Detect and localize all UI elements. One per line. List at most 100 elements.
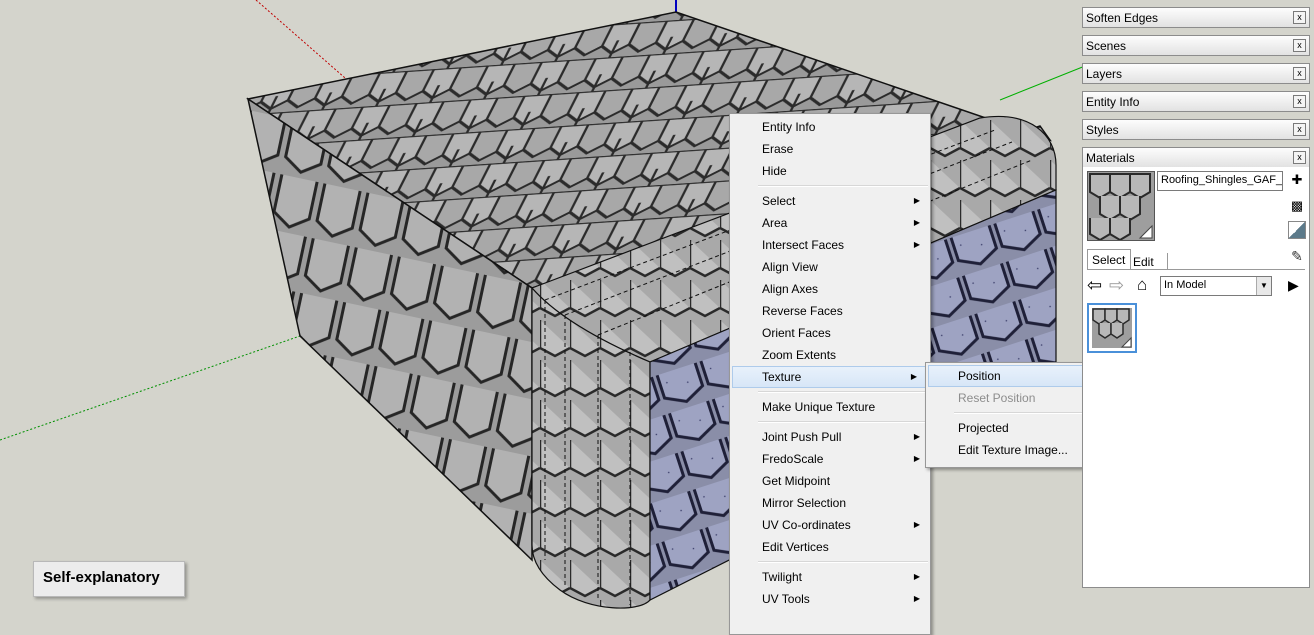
submenu-arrow-icon: ▶ — [913, 240, 920, 249]
menu-item-mirror-selection[interactable]: Mirror Selection — [730, 492, 930, 514]
menu-item-area[interactable]: Area ▶ — [730, 212, 930, 234]
close-icon[interactable]: x — [1293, 67, 1306, 80]
menu-item-uv-tools[interactable]: UV Tools ▶ — [730, 588, 930, 610]
menu-item-label: Zoom Extents — [762, 348, 837, 362]
tray-header-materials[interactable]: Materials x — [1082, 147, 1310, 168]
create-material-icon[interactable]: ✚ — [1289, 171, 1305, 189]
tab-edit[interactable]: Edit — [1129, 253, 1168, 269]
menu-item-align-view[interactable]: Align View — [730, 256, 930, 278]
menu-item-label: Area — [762, 216, 788, 230]
menu-item-label: UV Co-ordinates — [762, 518, 851, 532]
menu-item-joint-push-pull[interactable]: Joint Push Pull ▶ — [730, 426, 930, 448]
menu-item-make-unique-texture[interactable]: Make Unique Texture — [730, 396, 930, 418]
details-icon[interactable]: ▶ — [1288, 275, 1306, 295]
context-menu: Entity Info Erase Hide Select ▶ Area ▶ Intersec… — [729, 113, 931, 635]
green-axis-line-positive — [999, 63, 1091, 101]
submenu-item-label: Projected — [958, 421, 1009, 435]
forward-arrow-icon[interactable]: ⇨ — [1109, 275, 1127, 295]
submenu-arrow-icon: ▶ — [913, 196, 920, 205]
submenu-arrow-icon: ▶ — [913, 572, 920, 581]
menu-item-label: Hide — [762, 164, 787, 178]
sample-paint-icon[interactable] — [1288, 221, 1306, 239]
menu-item-uv-co-ordinates[interactable]: UV Co-ordinates ▶ — [730, 514, 930, 536]
tray-header-label: Layers — [1086, 67, 1123, 81]
menu-item-intersect-faces[interactable]: Intersect Faces ▶ — [730, 234, 930, 256]
menu-item-twilight[interactable]: Twilight ▶ — [730, 566, 930, 588]
close-icon[interactable]: x — [1293, 95, 1306, 108]
menu-item-erase[interactable]: Erase — [730, 138, 930, 160]
materials-panel: Roofing_Shingles_GAF_E ✚ ▩ Select Edit ✎… — [1082, 167, 1310, 588]
menu-item-select[interactable]: Select ▶ — [730, 190, 930, 212]
tray-header-soften-edges[interactable]: Soften Edges x — [1082, 7, 1310, 28]
collection-value: In Model — [1164, 279, 1207, 291]
home-icon[interactable]: ⌂ — [1137, 275, 1155, 295]
menu-item-label: Edit Vertices — [762, 540, 829, 554]
chevron-down-icon: ▼ — [1256, 277, 1271, 295]
caption-box: Self-explanatory — [33, 561, 185, 597]
menu-item-label: Entity Info — [762, 120, 816, 134]
tray-header-label: Entity Info — [1086, 95, 1140, 109]
menu-item-orient-faces[interactable]: Orient Faces — [730, 322, 930, 344]
close-icon[interactable]: x — [1293, 39, 1306, 52]
close-icon[interactable]: x — [1293, 123, 1306, 136]
menu-item-entity-info[interactable]: Entity Info — [730, 116, 930, 138]
default-material-icon[interactable]: ▩ — [1289, 197, 1305, 215]
menu-item-hide[interactable]: Hide — [730, 160, 930, 182]
tray-header-layers[interactable]: Layers x — [1082, 63, 1310, 84]
submenu-item-label: Position — [958, 369, 1001, 383]
menu-item-edit-vertices[interactable]: Edit Vertices — [730, 536, 930, 558]
menu-item-label: Erase — [762, 142, 794, 156]
menu-item-label: UV Tools — [762, 592, 810, 606]
collection-dropdown[interactable]: In Model ▼ — [1160, 276, 1272, 296]
menu-item-label: FredoScale — [762, 452, 824, 466]
tray-header-label: Scenes — [1086, 39, 1127, 53]
menu-item-label: Orient Faces — [762, 326, 831, 340]
tab-select[interactable]: Select — [1087, 249, 1131, 270]
shingle-swatch-icon — [1092, 308, 1132, 348]
menu-item-label: Reverse Faces — [762, 304, 843, 318]
tab-select-label: Select — [1092, 253, 1126, 267]
menu-separator — [758, 391, 928, 393]
close-icon[interactable]: x — [1293, 151, 1306, 164]
submenu-item-label: Edit Texture Image... — [958, 443, 1068, 457]
menu-item-label: Align Axes — [762, 282, 819, 296]
menu-item-fredoscale[interactable]: FredoScale ▶ — [730, 448, 930, 470]
menu-item-align-axes[interactable]: Align Axes — [730, 278, 930, 300]
shingle-thumbnail-icon — [1088, 172, 1154, 240]
material-swatch[interactable] — [1087, 303, 1137, 353]
menu-item-label: Make Unique Texture — [762, 400, 876, 414]
submenu-item-label: Reset Position — [958, 391, 1036, 405]
eyedropper-icon[interactable]: ✎ — [1288, 247, 1306, 265]
green-axis-line — [0, 335, 301, 441]
tray-header-scenes[interactable]: Scenes x — [1082, 35, 1310, 56]
menu-item-get-midpoint[interactable]: Get Midpoint — [730, 470, 930, 492]
menu-item-reverse-faces[interactable]: Reverse Faces — [730, 300, 930, 322]
material-name-field[interactable]: Roofing_Shingles_GAF_E — [1157, 171, 1283, 191]
material-name-value: Roofing_Shingles_GAF_E — [1161, 174, 1283, 186]
material-preview[interactable] — [1087, 171, 1155, 241]
tray-header-label: Soften Edges — [1086, 11, 1159, 25]
close-icon[interactable]: x — [1293, 11, 1306, 24]
menu-item-label: Intersect Faces — [762, 238, 845, 252]
menu-item-label: Texture — [762, 370, 802, 384]
menu-separator — [758, 421, 928, 423]
back-arrow-icon[interactable]: ⇦ — [1087, 275, 1105, 295]
submenu-arrow-icon: ▶ — [913, 454, 920, 463]
submenu-arrow-icon: ▶ — [913, 218, 920, 227]
tray-header-entity-info[interactable]: Entity Info x — [1082, 91, 1310, 112]
tray-header-styles[interactable]: Styles x — [1082, 119, 1310, 140]
menu-item-texture[interactable]: Texture ▶ — [732, 366, 928, 388]
menu-item-label: Get Midpoint — [762, 474, 831, 488]
menu-separator — [758, 185, 928, 187]
caption-text: Self-explanatory — [43, 569, 160, 586]
tab-underline — [1087, 269, 1305, 270]
tab-edit-label: Edit — [1133, 255, 1154, 269]
submenu-arrow-icon: ▶ — [910, 372, 917, 381]
menu-item-label: Select — [762, 194, 796, 208]
menu-item-label: Align View — [762, 260, 818, 274]
menu-item-label: Joint Push Pull — [762, 430, 842, 444]
submenu-arrow-icon: ▶ — [913, 594, 920, 603]
submenu-arrow-icon: ▶ — [913, 432, 920, 441]
menu-item-zoom-extents[interactable]: Zoom Extents — [730, 344, 930, 366]
submenu-arrow-icon: ▶ — [913, 520, 920, 529]
